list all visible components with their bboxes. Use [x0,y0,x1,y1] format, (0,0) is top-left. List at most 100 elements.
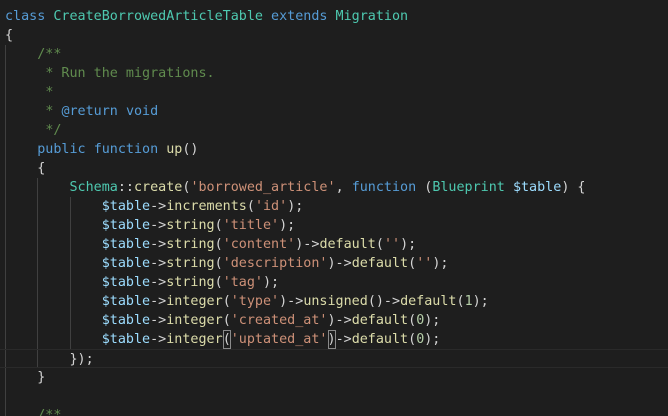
token-pun: )-> [295,237,320,252]
token-pun [5,104,45,119]
matching-bracket: ( [222,330,231,349]
token-pun [263,9,271,24]
token-pun: }); [5,352,94,367]
token-pun [5,47,37,62]
token-fn: unsigned [303,294,368,309]
token-cmt: /** [37,408,62,416]
token-kw: class [5,9,46,24]
token-fn: increments [166,199,247,214]
token-fn: integer [166,332,223,347]
code-line-11[interactable]: $table->increments('id'); [0,197,668,216]
code-line-16[interactable]: $table->integer('type')->unsigned()->def… [0,292,668,311]
code-line-5[interactable]: * [0,83,668,102]
token-var: $table [101,332,151,347]
code-editor[interactable]: class CreateBorrowedArticleTable extends… [0,0,668,416]
token-pun [327,9,335,24]
token-pun: ); [472,294,489,309]
token-pun: ( [456,294,465,309]
token-kw: extends [271,9,328,24]
token-pun [5,256,102,271]
token-pun: -> [150,218,167,233]
token-pun: ( [214,256,223,271]
token-pun [5,123,45,138]
token-str: 'content' [222,237,296,252]
token-cmt: * Run the migrations. [45,66,215,81]
code-line-7[interactable]: */ [0,121,668,140]
token-var: $table [512,180,562,195]
token-pun: { [5,161,46,176]
token-pun [5,180,70,195]
token-pun [5,332,102,347]
token-pun [86,142,94,157]
code-line-6[interactable]: * @return void [0,102,668,121]
token-str: 'tag' [222,275,263,290]
token-pun: -> [150,332,167,347]
token-pun: ( [408,256,417,271]
code-line-18[interactable]: $table->integer('uptated_at')->default(0… [0,330,668,349]
token-pun: ); [287,199,304,214]
token-str: 'description' [222,256,328,271]
code-line-21[interactable] [0,387,668,406]
token-pun: :: [117,180,134,195]
token-str: 'created_at' [230,313,328,328]
code-line-10[interactable]: Schema::create ('borrowed_article', funct… [0,178,668,197]
code-line-9[interactable]: { [0,159,668,178]
token-var: $table [101,256,151,271]
token-cmt: */ [45,123,62,138]
token-str: 'id' [254,199,288,214]
token-pun: ( [408,332,417,347]
token-cls: CreateBorrowedArticleTable [53,9,263,24]
code-line-19[interactable]: }); [0,349,668,368]
token-pun: -> [335,332,352,347]
token-pun: ( [416,180,433,195]
token-pun: ); [424,332,441,347]
token-pun: ( [246,199,255,214]
token-var: $table [101,275,151,290]
token-pun [5,66,45,81]
code-line-17[interactable]: $table->integer('created_at')->default(0… [0,311,668,330]
token-pun: -> [150,275,167,290]
token-pun [5,237,102,252]
code-line-14[interactable]: $table->string('description')->default('… [0,254,668,273]
token-fn: default [351,256,409,271]
token-pun: ( [214,237,223,252]
token-pun: ); [432,256,449,271]
code-line-4[interactable]: * Run the migrations. [0,64,668,83]
token-pun: -> [150,294,167,309]
token-var: $table [101,237,151,252]
token-pun: ); [263,275,280,290]
token-pun: ()-> [367,294,401,309]
token-str: 'uptated_at' [230,332,328,347]
code-line-1[interactable]: class CreateBorrowedArticleTable extends… [0,7,668,26]
token-str: '' [383,237,401,252]
token-pun [5,142,37,157]
code-line-12[interactable]: $table->string('title'); [0,216,668,235]
code-line-22[interactable]: /** [0,406,668,416]
token-pun: -> [150,237,167,252]
token-var: $table [101,294,151,309]
code-line-13[interactable]: $table->string('content')->default(''); [0,235,668,254]
token-fn: up [166,142,183,157]
token-fn: default [351,313,409,328]
token-pun: -> [150,199,167,214]
token-pun: -> [150,256,167,271]
token-fn: string [166,275,215,290]
code-line-3[interactable]: /** [0,45,668,64]
token-pun: )-> [327,313,352,328]
code-line-20[interactable]: } [0,368,668,387]
token-pun: ); [279,218,296,233]
code-line-2[interactable]: { [0,26,668,45]
token-pun: )-> [279,294,304,309]
token-pun [5,294,102,309]
token-pun [118,104,126,119]
token-str: 'title' [222,218,280,233]
token-pun: () [182,142,199,157]
token-cls: Migration [335,9,409,24]
token-pun [5,313,102,328]
token-pun: ); [424,313,441,328]
code-line-8[interactable]: public function up() [0,140,668,159]
code-line-15[interactable]: $table->string('tag'); [0,273,668,292]
token-cls: Blueprint [432,180,505,195]
token-fn: default [319,237,376,252]
token-fn: integer [166,294,223,309]
